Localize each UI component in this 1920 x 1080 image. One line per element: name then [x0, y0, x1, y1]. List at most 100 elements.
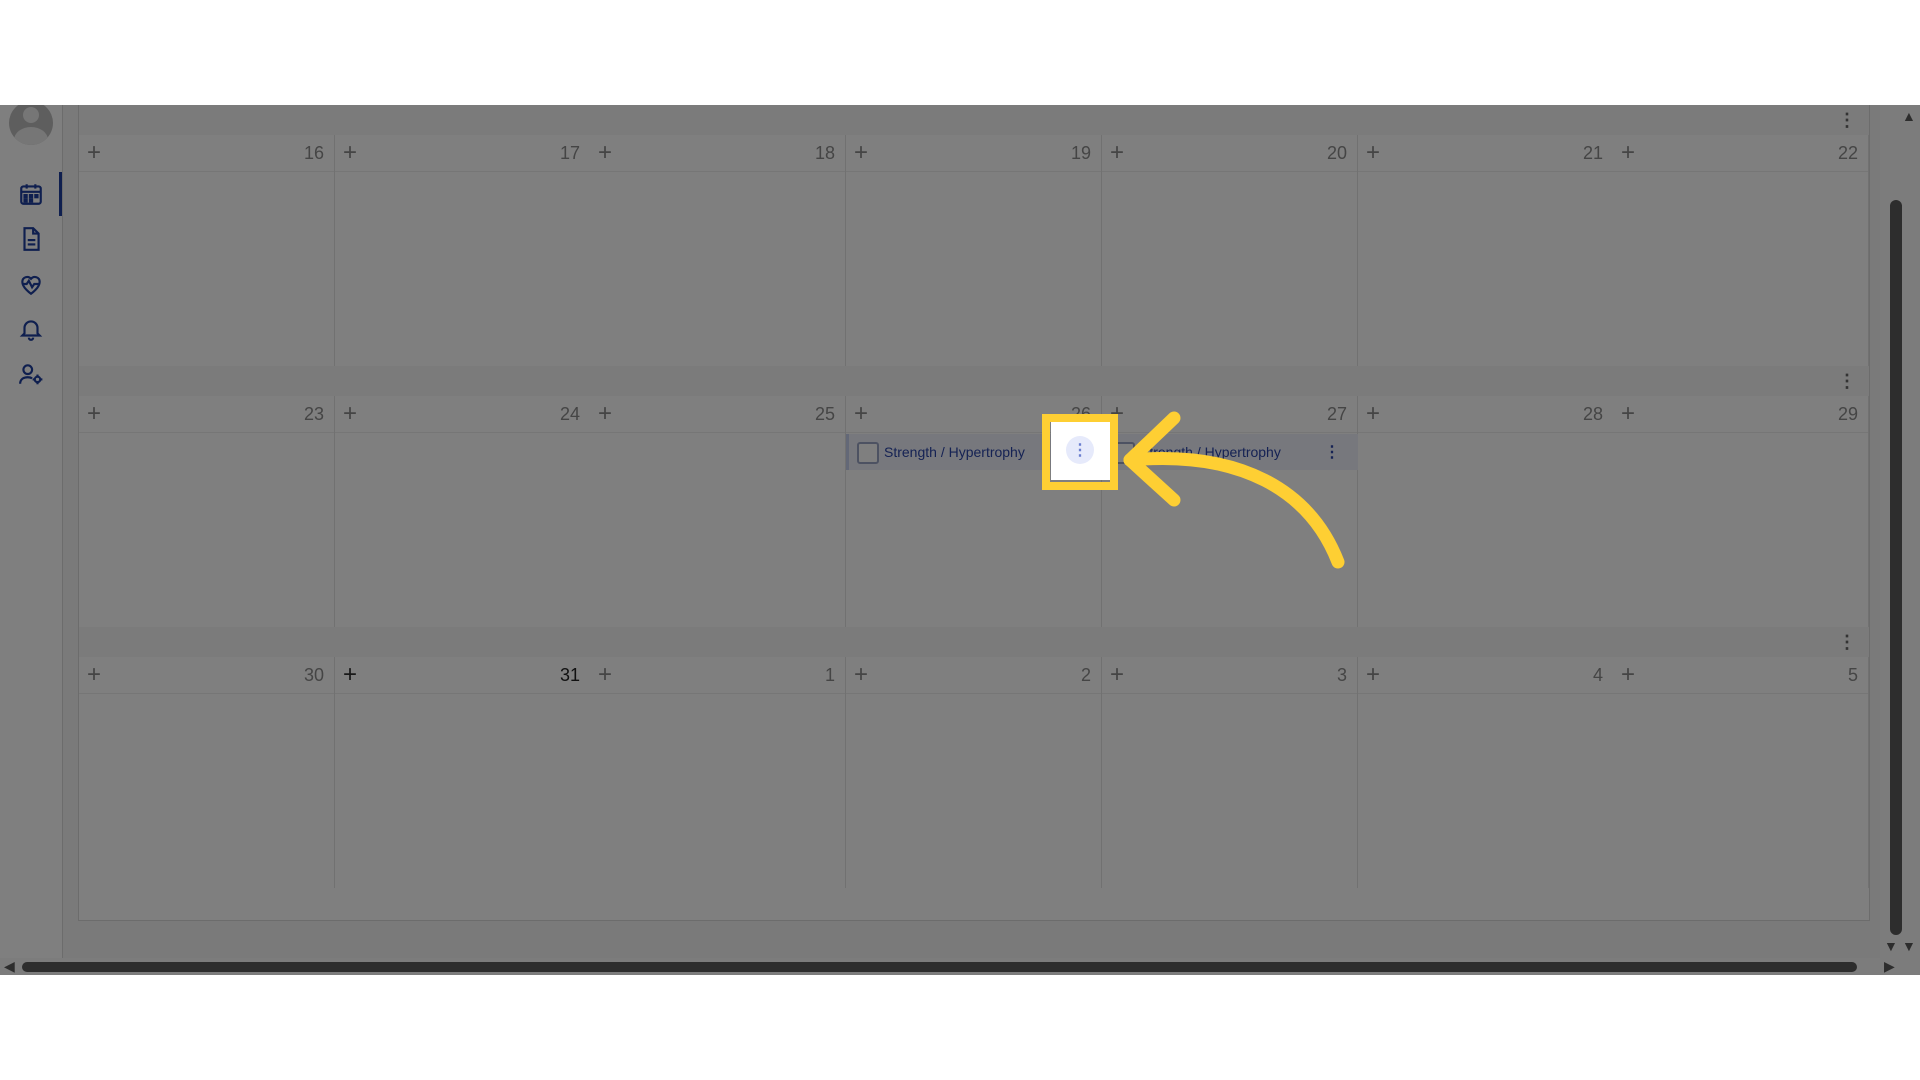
day-cell[interactable]: +31 — [335, 657, 591, 888]
day-header: +2 — [846, 657, 1101, 694]
day-cell[interactable]: +17 — [335, 135, 591, 366]
add-workout-button[interactable]: + — [343, 661, 357, 689]
day-number: 25 — [814, 404, 835, 424]
day-number: 22 — [1837, 143, 1858, 163]
day-number: 18 — [814, 143, 835, 163]
sidebar-item-user-settings[interactable] — [12, 355, 50, 393]
add-workout-button[interactable]: + — [87, 400, 101, 428]
day-header: +30 — [79, 657, 334, 694]
event-title[interactable]: Strength / Hypertrophy — [884, 444, 1025, 460]
day-number: 1 — [824, 665, 835, 685]
day-cell[interactable]: +2 — [846, 657, 1102, 888]
document-icon — [23, 227, 40, 251]
day-number: 24 — [559, 404, 580, 424]
calendar-month-grid: ⋮ +16 +17 +18 +19 +20 +21 +22 ⋮ +23 +24 +25 +26 Stren… — [78, 105, 1870, 921]
add-workout-button[interactable]: + — [343, 400, 357, 428]
day-header: +20 — [1102, 135, 1357, 172]
vertical-scroll-thumb[interactable] — [1890, 200, 1902, 935]
day-header: +28 — [1358, 396, 1613, 433]
add-workout-button[interactable]: + — [87, 661, 101, 689]
week-more-options-button[interactable]: ⋮ — [1838, 109, 1856, 131]
user-gear-icon — [19, 364, 43, 385]
sidebar-item-documents[interactable] — [12, 220, 50, 258]
day-number: 20 — [1326, 143, 1347, 163]
week-header-bar: ⋮ — [79, 627, 1869, 658]
app-window: ⋮ +16 +17 +18 +19 +20 +21 +22 ⋮ +23 +24 +25 +26 Stren… — [0, 105, 1920, 975]
day-number: 19 — [1070, 143, 1091, 163]
day-cell[interactable]: +18 — [590, 135, 846, 366]
day-header: +5 — [1613, 657, 1868, 694]
scroll-left-arrow-icon[interactable]: ◀ — [4, 958, 15, 975]
scroll-right-arrow-icon[interactable]: ▶ — [1884, 958, 1895, 975]
day-header: +16 — [79, 135, 334, 172]
day-header: +21 — [1358, 135, 1613, 172]
calendar-icon — [20, 184, 42, 205]
week-header-bar: ⋮ — [79, 366, 1869, 397]
day-header: +24 — [335, 396, 590, 433]
day-header: +17 — [335, 135, 590, 172]
day-number: 2 — [1080, 665, 1091, 685]
active-nav-indicator — [59, 172, 62, 216]
day-number: 3 — [1336, 665, 1347, 685]
add-workout-button[interactable]: + — [1366, 661, 1380, 689]
day-cell[interactable]: +16 — [79, 135, 335, 366]
scroll-down-arrow-icon[interactable]: ▼ — [1902, 938, 1916, 954]
horizontal-scroll-thumb[interactable] — [22, 962, 1857, 972]
add-workout-button[interactable]: + — [854, 400, 868, 428]
day-number: 28 — [1582, 404, 1603, 424]
scroll-down-arrow-secondary-icon[interactable]: ▼ — [1884, 938, 1898, 954]
week-more-options-button[interactable]: ⋮ — [1838, 631, 1856, 653]
add-workout-button[interactable]: + — [854, 139, 868, 167]
sidebar — [0, 105, 63, 975]
add-workout-button[interactable]: + — [87, 139, 101, 167]
avatar[interactable] — [9, 105, 53, 145]
add-workout-button[interactable]: + — [854, 661, 868, 689]
day-header: +31 — [335, 657, 590, 694]
week-header-bar: ⋮ — [79, 105, 1869, 136]
day-cell[interactable]: +3 — [1102, 657, 1358, 888]
add-workout-button[interactable]: + — [343, 139, 357, 167]
day-number: 31 — [559, 665, 580, 685]
day-header: +22 — [1613, 135, 1868, 172]
day-cell[interactable]: +4 — [1358, 657, 1614, 888]
add-workout-button[interactable]: + — [1366, 139, 1380, 167]
day-cell[interactable]: +20 — [1102, 135, 1358, 366]
day-number: 29 — [1837, 404, 1858, 424]
day-cell[interactable]: +25 — [590, 396, 846, 627]
day-number: 21 — [1582, 143, 1603, 163]
day-number: 4 — [1592, 665, 1603, 685]
day-header: +3 — [1102, 657, 1357, 694]
sidebar-item-notifications[interactable] — [12, 310, 50, 348]
add-workout-button[interactable]: + — [598, 139, 612, 167]
day-cell[interactable]: +28 — [1358, 396, 1614, 627]
add-workout-button[interactable]: + — [1621, 139, 1635, 167]
day-cell[interactable]: +5 — [1613, 657, 1869, 888]
day-cell[interactable]: +22 — [1613, 135, 1869, 366]
day-number: 17 — [559, 143, 580, 163]
day-cell[interactable]: +1 — [590, 657, 846, 888]
day-cell[interactable]: +23 — [79, 396, 335, 627]
add-workout-button[interactable]: + — [1110, 661, 1124, 689]
day-cell[interactable]: +21 — [1358, 135, 1614, 366]
add-workout-button[interactable]: + — [598, 400, 612, 428]
day-cell[interactable]: +29 — [1613, 396, 1869, 627]
callout-arrow-icon — [1123, 411, 1345, 569]
day-cell[interactable]: +19 — [846, 135, 1102, 366]
day-cell[interactable]: +24 — [335, 396, 591, 627]
event-complete-checkbox[interactable] — [857, 442, 879, 464]
day-header: +23 — [79, 396, 334, 433]
add-workout-button[interactable]: + — [1621, 400, 1635, 428]
day-cell[interactable]: +30 — [79, 657, 335, 888]
sidebar-item-health[interactable] — [12, 265, 50, 303]
day-number: 23 — [303, 404, 324, 424]
highlight-frame — [1042, 414, 1118, 490]
add-workout-button[interactable]: + — [598, 661, 612, 689]
add-workout-button[interactable]: + — [1621, 661, 1635, 689]
add-workout-button[interactable]: + — [1110, 139, 1124, 167]
day-header: +19 — [846, 135, 1101, 172]
sidebar-item-calendar[interactable] — [12, 175, 50, 213]
bell-icon — [19, 320, 43, 341]
week-more-options-button[interactable]: ⋮ — [1838, 370, 1856, 392]
day-header: +1 — [590, 657, 845, 694]
scroll-up-arrow-icon[interactable]: ▲ — [1902, 108, 1916, 124]
